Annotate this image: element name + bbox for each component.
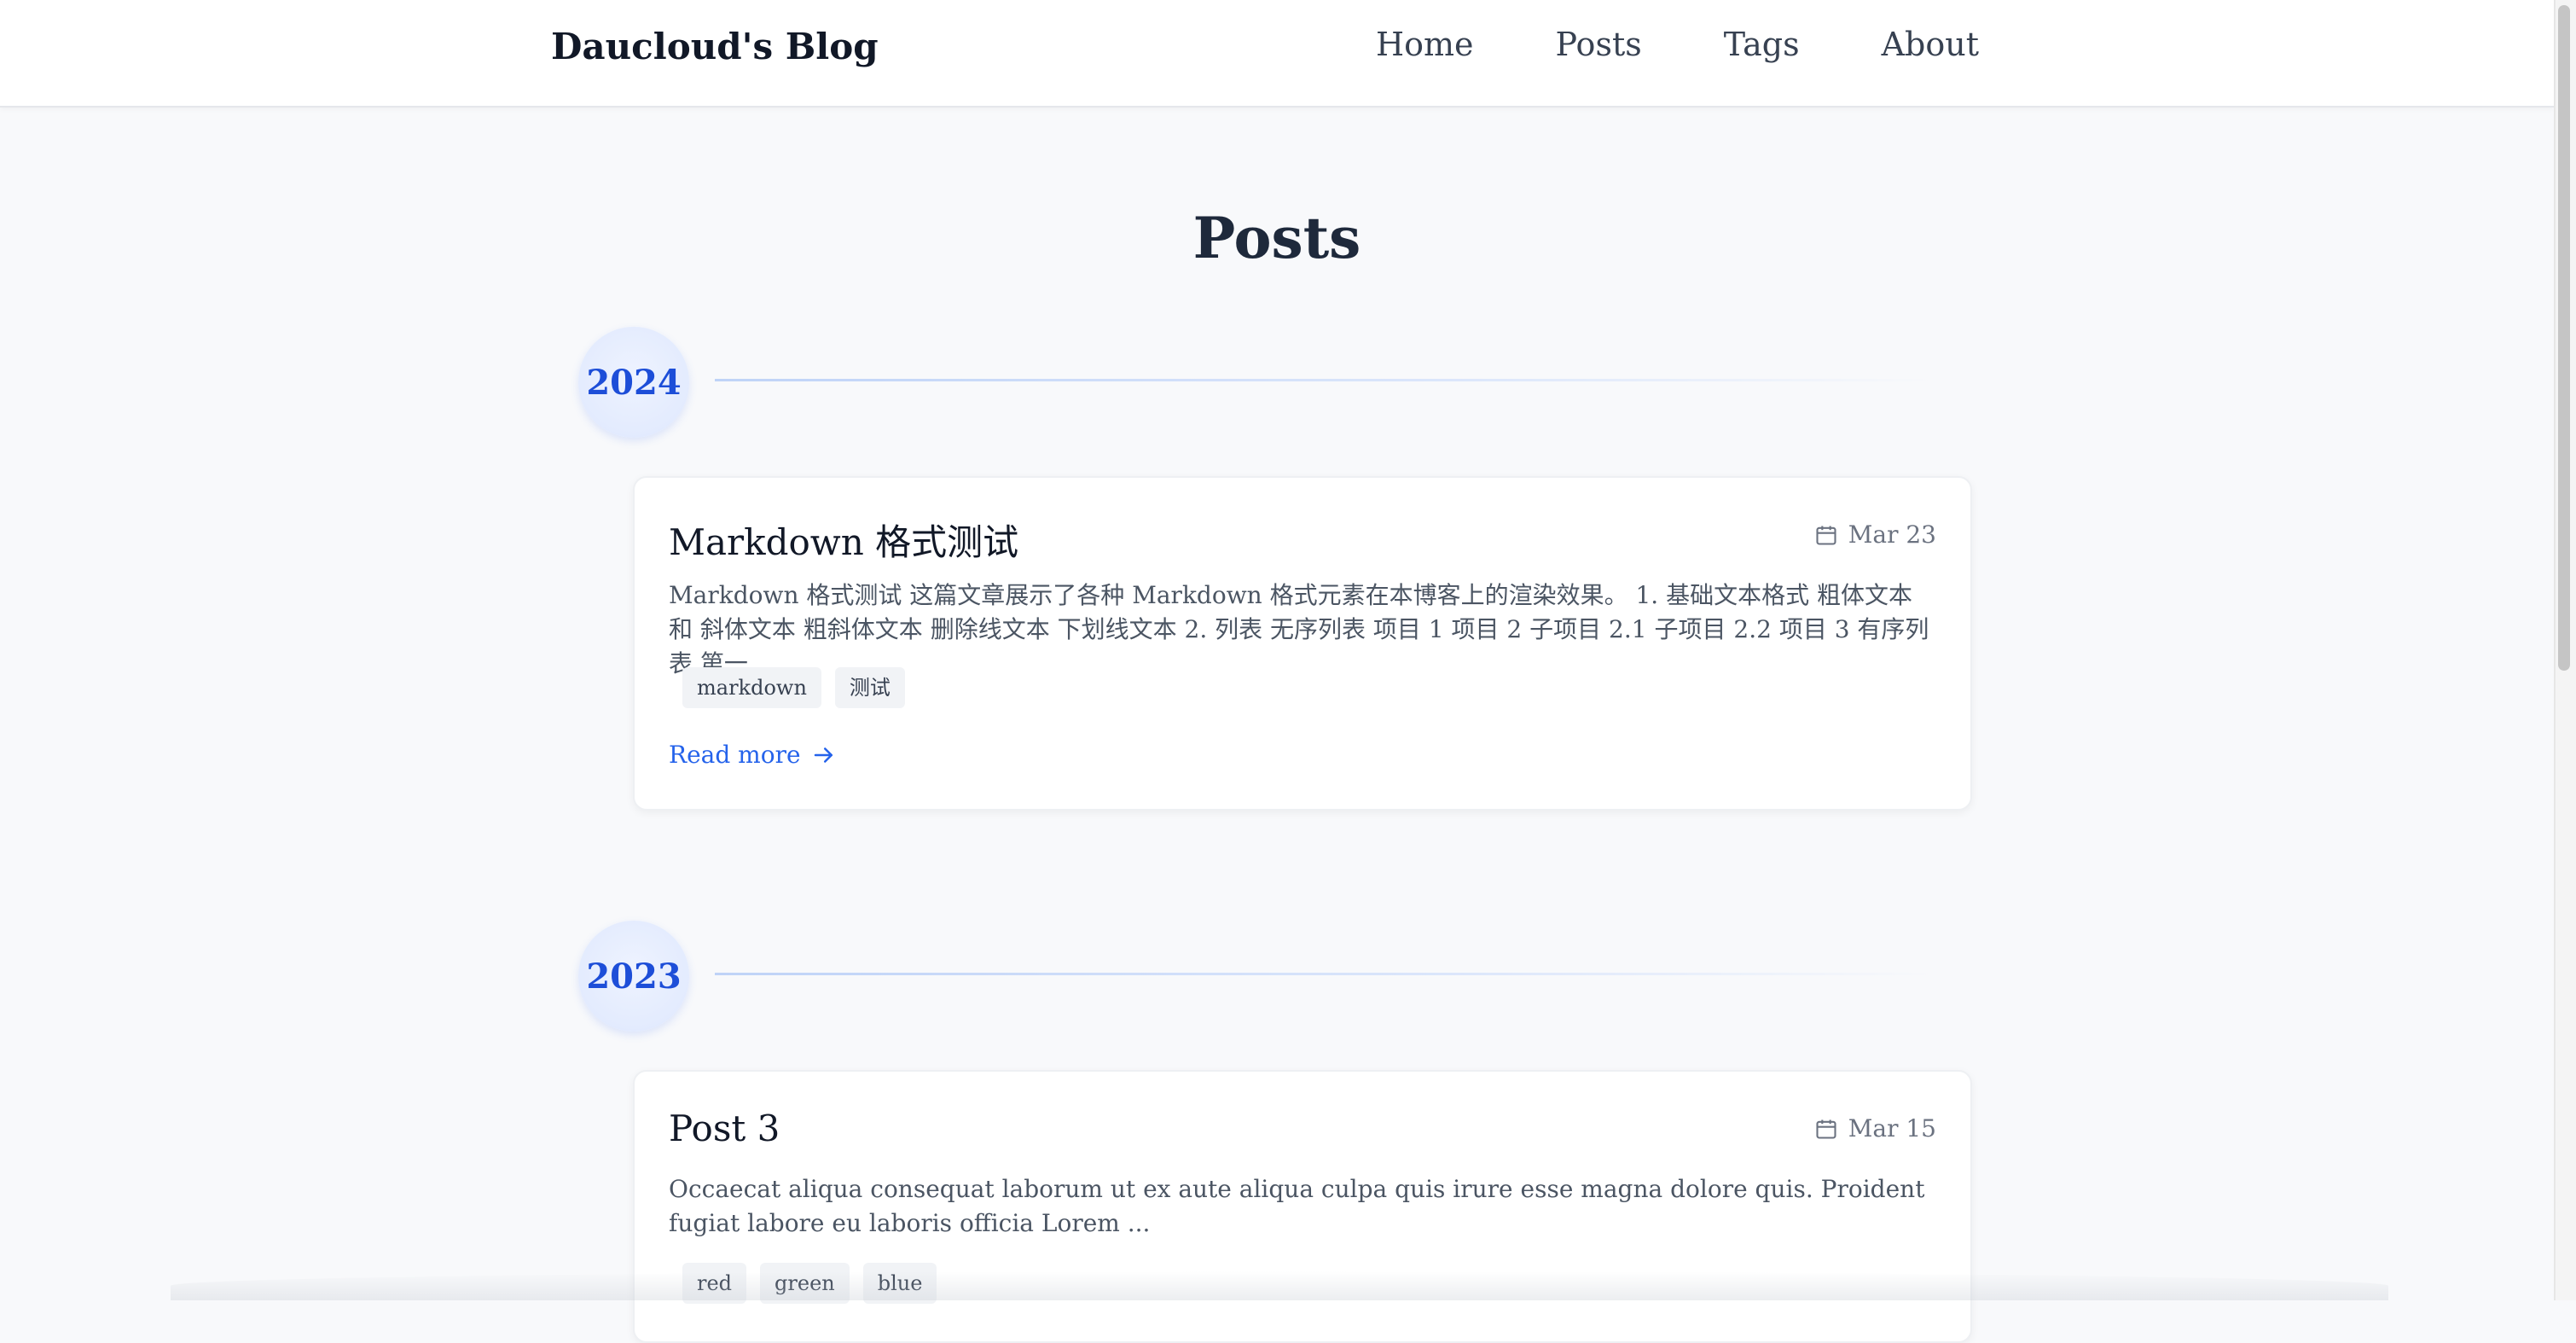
post-excerpt: Occaecat aliqua consequat laborum ut ex … — [669, 1175, 1925, 1237]
read-more-link[interactable]: Read more — [669, 741, 837, 769]
calendar-icon — [1816, 526, 1836, 545]
read-more-label: Read more — [669, 741, 801, 769]
main-nav: Home Posts Tags About — [1376, 26, 1979, 63]
tag-test[interactable]: 测试 — [834, 667, 905, 708]
tag-green[interactable]: green — [760, 1263, 850, 1304]
nav-posts-link[interactable]: Posts — [1556, 26, 1642, 63]
post-date-text: Mar 15 — [1848, 1114, 1936, 1142]
site-header: Daucloud's Blog Home Posts Tags About — [0, 0, 2554, 108]
post-date-text: Mar 23 — [1848, 520, 1936, 549]
tag-markdown[interactable]: markdown — [682, 667, 821, 708]
scrollbar-thumb[interactable] — [2558, 5, 2570, 671]
post-title[interactable]: Markdown 格式测试 — [669, 514, 1018, 566]
nav-about-link[interactable]: About — [1882, 26, 1979, 63]
year-divider-2023 — [715, 973, 1935, 975]
page-title: Posts — [1192, 205, 1361, 271]
year-marker-2023: 2023 — [578, 921, 689, 1032]
nav-tags-link[interactable]: Tags — [1724, 26, 1800, 63]
year-marker-2024: 2024 — [578, 327, 689, 438]
post-card-markdown: Markdown 格式测试 Mar 23 Markdown 格式测试 这篇文章展… — [633, 476, 1972, 811]
year-divider-2024 — [715, 379, 1935, 381]
post-date: Mar 15 — [1814, 1114, 1936, 1142]
site-title-link[interactable]: Daucloud's Blog — [551, 26, 879, 67]
post-date: Mar 23 — [1814, 520, 1936, 549]
post-tags: red green blue — [682, 1263, 950, 1304]
tag-blue[interactable]: blue — [862, 1263, 937, 1304]
nav-home-link[interactable]: Home — [1376, 26, 1474, 63]
post-card-post-3: Post 3 Mar 15 Occaecat aliqua consequat … — [633, 1070, 1972, 1343]
arrow-right-icon — [814, 747, 833, 763]
post-excerpt: Markdown 格式测试 这篇文章展示了各种 Markdown 格式元素在本博… — [669, 581, 1929, 677]
tag-red[interactable]: red — [682, 1263, 747, 1304]
post-tags: markdown 测试 — [682, 667, 919, 708]
calendar-icon — [1816, 1119, 1836, 1139]
post-title[interactable]: Post 3 — [669, 1108, 780, 1149]
